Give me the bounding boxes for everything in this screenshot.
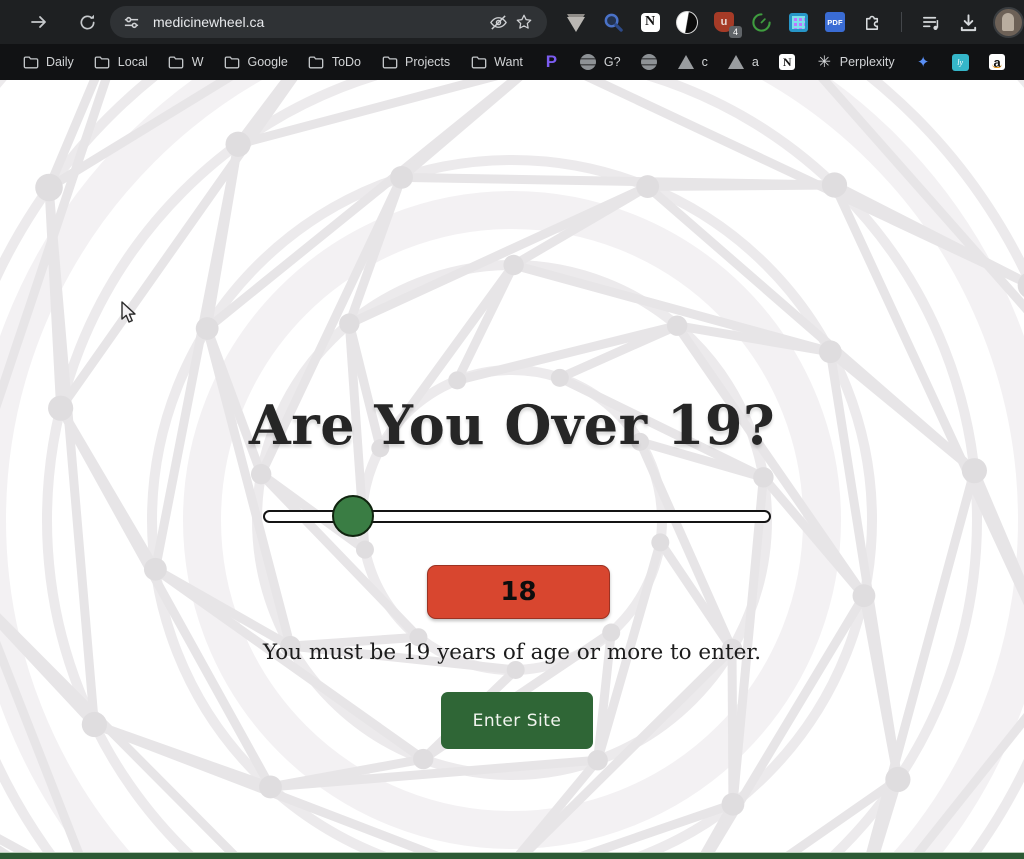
- extension-badge: 4: [729, 26, 742, 38]
- bookmark-folder-local[interactable]: Local: [94, 54, 148, 71]
- download-icon[interactable]: [957, 11, 979, 33]
- bookmark-folder-label: W: [192, 55, 204, 69]
- search-extension-icon[interactable]: [602, 11, 624, 33]
- bookmark-perplexity[interactable]: ✳ Perplexity: [816, 54, 895, 71]
- triangle-icon: [728, 54, 745, 71]
- bookmark-folder-label: Google: [248, 55, 288, 69]
- bookmark-tri-c[interactable]: c: [678, 54, 708, 71]
- folder-icon: [94, 54, 111, 71]
- amazon-icon: a: [989, 54, 1006, 71]
- browser-window: medicinewheel.ca N u 4 PD: [0, 0, 1024, 859]
- page-title: Are You Over 19?: [0, 393, 1024, 457]
- age-requirement-message: You must be 19 years of age or more to e…: [0, 640, 1024, 665]
- forward-button[interactable]: [22, 5, 56, 39]
- globe-icon: [641, 54, 658, 71]
- bookmark-folder-label: ToDo: [332, 55, 361, 69]
- bookmark-label: c: [702, 55, 708, 69]
- sparkle-icon: ✦: [915, 54, 932, 71]
- bookmark-folder-label: Daily: [46, 55, 74, 69]
- browser-toolbar: medicinewheel.ca N u 4 PD: [0, 0, 1024, 44]
- folder-icon: [381, 54, 398, 71]
- bookmark-label: Perplexity: [840, 55, 895, 69]
- reload-button[interactable]: [70, 5, 104, 39]
- age-slider-knob[interactable]: [332, 495, 374, 537]
- age-value-box: 18: [427, 565, 610, 619]
- timer-extension-icon[interactable]: [750, 11, 772, 33]
- bookmark-folder-w[interactable]: W: [168, 54, 204, 71]
- enter-site-button[interactable]: Enter Site: [441, 692, 593, 749]
- purple-p-icon: P: [543, 54, 560, 71]
- bookmark-p[interactable]: P: [543, 54, 560, 71]
- bookmark-teal[interactable]: ly: [952, 54, 969, 71]
- triangle-icon: [678, 54, 695, 71]
- bookmark-tri-a[interactable]: a: [728, 54, 759, 71]
- bookmark-label: G?: [604, 55, 621, 69]
- gem-extension-icon[interactable]: [565, 11, 587, 33]
- bookmark-folder-want[interactable]: Want: [470, 54, 523, 71]
- folder-icon: [470, 54, 487, 71]
- bookmark-sparkle[interactable]: ✦: [915, 54, 932, 71]
- bookmark-globe[interactable]: [641, 54, 658, 71]
- pdf-extension-icon[interactable]: PDF: [824, 11, 846, 33]
- pdf-label: PDF: [825, 12, 845, 32]
- age-slider-track[interactable]: [263, 510, 771, 523]
- bookmark-folder-label: Local: [118, 55, 148, 69]
- folder-icon: [22, 54, 39, 71]
- media-queue-icon[interactable]: [920, 11, 942, 33]
- age-value: 18: [500, 577, 536, 607]
- site-settings-icon[interactable]: [118, 9, 144, 35]
- profile-avatar[interactable]: [993, 7, 1024, 38]
- mouse-cursor: [118, 300, 140, 324]
- bookmark-amazon[interactable]: a: [989, 54, 1006, 71]
- bookmark-folder-label: Want: [494, 55, 523, 69]
- notion-icon: N: [779, 54, 796, 71]
- bookmark-folder-todo[interactable]: ToDo: [308, 54, 361, 71]
- calendar-extension-icon[interactable]: [787, 11, 809, 33]
- bookmarks-bar: Daily Local W Google ToDo Projects Want P G? c a N ✳…: [0, 44, 1024, 80]
- bookmark-globe-g[interactable]: G?: [580, 54, 621, 71]
- bookmark-folder-daily[interactable]: Daily: [22, 54, 74, 71]
- url-text[interactable]: medicinewheel.ca: [153, 14, 485, 30]
- address-bar[interactable]: medicinewheel.ca: [110, 6, 547, 38]
- bookmark-label: a: [752, 55, 759, 69]
- globe-icon: [580, 54, 597, 71]
- extensions-puzzle-icon[interactable]: [861, 11, 883, 33]
- toolbar-divider: [901, 12, 902, 32]
- age-gate-page: Are You Over 19? 18 You must be 19 years…: [0, 80, 1024, 859]
- bookmark-folder-label: Projects: [405, 55, 450, 69]
- teal-box-icon: ly: [952, 54, 969, 71]
- bookmark-notion[interactable]: N: [779, 54, 796, 71]
- shield-extension-icon[interactable]: u 4: [713, 11, 735, 33]
- bookmark-folder-google[interactable]: Google: [224, 54, 288, 71]
- folder-icon: [168, 54, 185, 71]
- eye-off-icon[interactable]: [485, 9, 511, 35]
- folder-icon: [224, 54, 241, 71]
- notion-extension-icon[interactable]: N: [639, 11, 661, 33]
- perplexity-icon: ✳: [816, 54, 833, 71]
- bottom-accent-bar: [0, 852, 1024, 859]
- bookmark-star-icon[interactable]: [511, 9, 537, 35]
- bookmark-folder-projects[interactable]: Projects: [381, 54, 450, 71]
- folder-icon: [308, 54, 325, 71]
- dark-reader-extension-icon[interactable]: [676, 11, 698, 33]
- extensions-row: N u 4 PDF: [565, 11, 979, 33]
